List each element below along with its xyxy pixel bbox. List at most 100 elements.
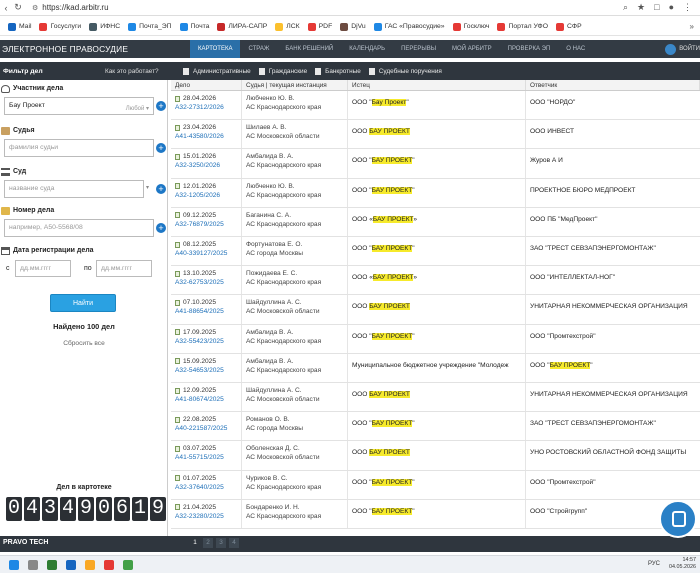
defendant-cell[interactable]: ЗАО "ТРЕСТ СЕВЗАПЭНЕРГОМОНТАЖ"	[526, 412, 700, 440]
case-number-link[interactable]: А41-55715/2025	[175, 453, 237, 462]
case-number-link[interactable]: А32-76879/2025	[175, 220, 237, 229]
table-row[interactable]: 09.12.2025 А32-76879/2025 Баганина С. А. АС…	[171, 207, 700, 237]
case-type-filter[interactable]: Гражданские	[258, 67, 307, 75]
plaintiff-cell[interactable]: ООО БАУ ПРОЕКТ	[348, 295, 526, 324]
reset-all-link[interactable]: Сбросить все	[0, 340, 168, 347]
add-case-number-button[interactable]: +	[156, 223, 166, 233]
menu-item[interactable]: КАРТОТЕКА	[190, 40, 241, 58]
bookmark-item[interactable]: Mail	[8, 22, 31, 31]
table-row[interactable]: 21.04.2025 А32-23280/2025 Бондаренко И. Н.…	[171, 499, 700, 529]
table-row[interactable]: 12.01.2026 А32-1205/2026 Любченко Ю. В. АС …	[171, 178, 700, 208]
defendant-cell[interactable]: ООО ПБ "МедПроект"	[526, 208, 700, 236]
defendant-cell[interactable]: ООО "Промтехстрой"	[526, 471, 700, 499]
app2-icon[interactable]	[123, 559, 133, 570]
table-row[interactable]: 13.10.2025 А32-62753/2025 Пожидаева Е. С. А…	[171, 266, 700, 296]
plaintiff-cell[interactable]: ООО "БАУ ПРОЕКТ"	[348, 499, 526, 528]
language-indicator[interactable]: РУС	[648, 561, 660, 567]
plaintiff-cell[interactable]: ООО БАУ ПРОЕКТ	[348, 383, 526, 412]
defendant-cell[interactable]: УНИТАРНАЯ НЕКОММЕРЧЕСКАЯ ОРГАНИЗАЦИЯ	[526, 295, 700, 323]
court-input[interactable]: название суда	[4, 180, 144, 198]
defendant-cell[interactable]: ЗАО "ТРЕСТ СЕВЗАПЭНЕРГОМОНТАЖ"	[526, 237, 700, 265]
plaintiff-cell[interactable]: ООО «БАУ ПРОЕКТ»	[348, 266, 526, 295]
plaintiff-cell[interactable]: ООО БАУ ПРОЕКТ	[348, 120, 526, 149]
defendant-cell[interactable]: ООО "БАУ ПРОЕКТ"	[526, 354, 700, 382]
case-number-link[interactable]: А41-80674/2025	[175, 395, 237, 404]
participant-role-select[interactable]: Любой ▾	[126, 101, 149, 117]
page-button[interactable]: 2	[203, 538, 213, 548]
add-participant-button[interactable]: +	[156, 101, 166, 111]
plaintiff-cell[interactable]: ООО "БАУ ПРОЕКТ"	[348, 470, 526, 499]
defendant-cell[interactable]: Журов А И	[526, 149, 700, 177]
case-number-link[interactable]: А32-37640/2025	[175, 483, 237, 492]
table-row[interactable]: 12.09.2025 А41-80674/2025 Шайдуллина А. С.…	[171, 383, 700, 413]
clock[interactable]: 14:57 04.05.2026	[669, 557, 696, 571]
case-number-link[interactable]: А41-43580/2026	[175, 132, 237, 141]
browser-icon[interactable]	[66, 559, 76, 570]
menu-item[interactable]: КАЛЕНДАРЬ	[341, 40, 393, 58]
plaintiff-cell[interactable]: ООО «БАУ ПРОЕКТ»	[348, 207, 526, 236]
extensions-icon[interactable]: □	[654, 2, 659, 13]
find-button[interactable]: Найти	[50, 294, 116, 312]
defendant-cell[interactable]: ООО ИНВЕСТ	[526, 120, 700, 148]
table-row[interactable]: 15.09.2025 А32-54653/2025 Амбалида В. А. АС…	[171, 353, 700, 383]
menu-icon[interactable]: ⋮	[683, 2, 692, 13]
case-number-link[interactable]: А40-339127/2025	[175, 249, 237, 258]
date-to-input[interactable]: дд.мм.гггг	[96, 260, 152, 277]
plaintiff-cell[interactable]: ООО "БАУ ПРОЕКТ"	[348, 149, 526, 178]
page-button[interactable]: 1	[190, 538, 200, 548]
defendant-cell[interactable]: ПРОЕКТНОЕ БЮРО МЕДПРОЕКТ	[526, 179, 700, 207]
defendant-cell[interactable]: ООО "Промтехстрой"	[526, 325, 700, 353]
site-brand[interactable]: ЭЛЕКТРОННОЕ ПРАВОСУДИЕ	[0, 44, 190, 54]
explorer-icon[interactable]	[85, 559, 95, 570]
bookmark-item[interactable]: DjVu	[340, 22, 366, 31]
plaintiff-cell[interactable]: ООО БАУ ПРОЕКТ	[348, 441, 526, 470]
case-number-link[interactable]: А32-54653/2025	[175, 366, 237, 375]
date-from-input[interactable]: дд.мм.гггг	[15, 260, 71, 277]
case-number-input[interactable]: например, А50-5568/08	[4, 219, 154, 237]
case-number-link[interactable]: А32-55423/2025	[175, 337, 237, 346]
plaintiff-cell[interactable]: ООО "БАУ ПРОЕКТ"	[348, 237, 526, 266]
case-number-link[interactable]: А32-27312/2026	[175, 103, 237, 112]
plaintiff-cell[interactable]: Муниципальное бюджетное учреждение "Моло…	[348, 353, 526, 382]
plaintiff-cell[interactable]: ООО "БАУ ПРОЕКТ"	[348, 412, 526, 441]
app-icon[interactable]	[104, 559, 114, 570]
add-court-button[interactable]: +	[156, 184, 166, 194]
site-info-icon[interactable]: ⚙	[32, 4, 38, 12]
page-button[interactable]: 4	[229, 538, 239, 548]
menu-item[interactable]: БАНК РЕШЕНИЙ	[277, 40, 341, 58]
case-number-link[interactable]: А32-23280/2025	[175, 512, 237, 521]
judge-input[interactable]: фамилия судьи	[4, 139, 154, 157]
plaintiff-cell[interactable]: ООО "Бау Проект"	[348, 91, 526, 120]
login-button[interactable]: ВОЙТИ	[665, 40, 700, 58]
start-icon[interactable]	[9, 559, 19, 570]
menu-item[interactable]: ПЕРЕРЫВЫ	[393, 40, 444, 58]
table-row[interactable]: 08.12.2025 А40-339127/2025 Фортунатова Е. …	[171, 237, 700, 267]
add-judge-button[interactable]: +	[156, 143, 166, 153]
case-number-link[interactable]: А40-221587/2025	[175, 424, 237, 433]
case-number-link[interactable]: А32-62753/2025	[175, 278, 237, 287]
defendant-cell[interactable]: ООО "ИНТЕЛЛЕКТАЛ-НОГ"	[526, 266, 700, 294]
plaintiff-cell[interactable]: ООО "БАУ ПРОЕКТ"	[348, 324, 526, 353]
participant-chip[interactable]: Бау Проект	[7, 100, 47, 112]
search-icon[interactable]	[28, 559, 38, 570]
chat-assistant-button[interactable]	[659, 500, 697, 538]
menu-item[interactable]: О НАС	[558, 40, 593, 58]
plaintiff-cell[interactable]: ООО "БАУ ПРОЕКТ"	[348, 178, 526, 207]
defendant-cell[interactable]: УНИТАРНАЯ НЕКОММЕРЧЕСКАЯ ОРГАНИЗАЦИЯ	[526, 383, 700, 411]
defendant-cell[interactable]: УНО РОСТОВСКИЙ ОБЛАСТНОЙ ФОНД ЗАЩИТЫ	[526, 441, 700, 469]
case-type-filter[interactable]: Судебные поручения	[368, 67, 442, 75]
files-icon[interactable]	[47, 559, 57, 570]
page-button[interactable]: 3	[216, 538, 226, 548]
bookmark-item[interactable]: ЛИРА-САПР	[217, 22, 267, 31]
table-row[interactable]: 03.07.2025 А41-55715/2025 Оболенская Д. С.…	[171, 441, 700, 471]
bookmark-item[interactable]: ИФНС	[89, 22, 120, 31]
case-type-filter[interactable]: Банкротные	[315, 67, 361, 75]
menu-item[interactable]: МОЙ АРБИТР	[444, 40, 500, 58]
bookmark-item[interactable]: Почта_ЭП	[128, 22, 172, 31]
table-row[interactable]: 23.04.2026 А41-43580/2026 Шилаев А. В. АС М…	[171, 120, 700, 150]
bookmark-item[interactable]: ЛСК	[275, 22, 300, 31]
bookmark-item[interactable]: СФР	[556, 22, 582, 31]
case-number-link[interactable]: А32-1205/2026	[175, 191, 237, 200]
table-row[interactable]: 28.04.2026 А32-27312/2026 Любченко Ю. В. АС…	[171, 91, 700, 121]
case-number-link[interactable]: А32-3250/2026	[175, 161, 237, 170]
